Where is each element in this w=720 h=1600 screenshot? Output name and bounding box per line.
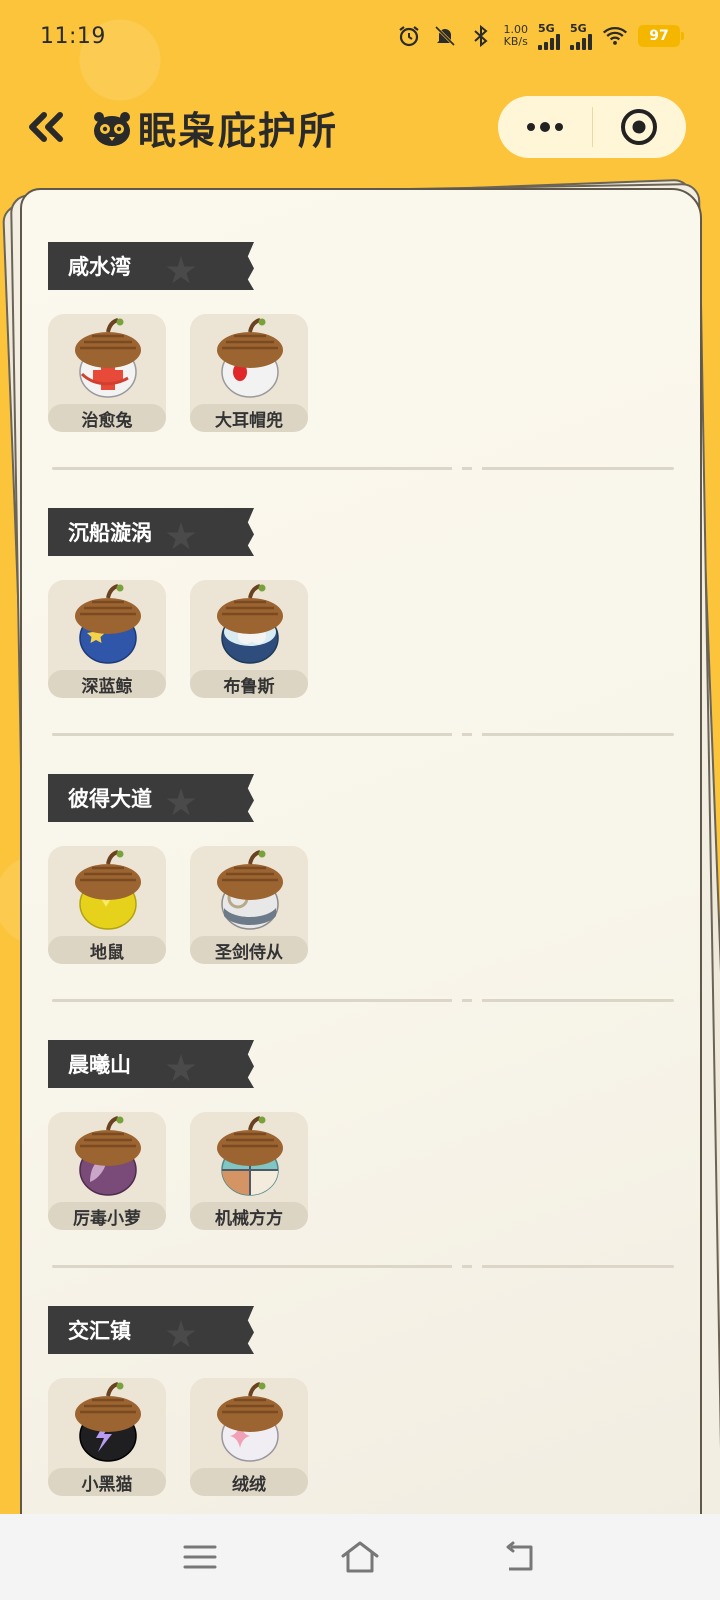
region-tag: 沉船漩涡	[48, 508, 254, 556]
acorn-grey-ring-icon	[217, 850, 283, 930]
pet-label: 厉毒小萝	[48, 1202, 166, 1230]
signal-bars-icon	[570, 33, 592, 50]
pet-list: 深蓝鲸 布鲁斯	[48, 580, 668, 698]
pet-item[interactable]: 厉毒小萝	[48, 1112, 166, 1230]
signal-1-label: 5G	[538, 21, 555, 35]
acorn-checker-icon	[217, 1116, 283, 1196]
mini-program-capsule	[498, 96, 686, 158]
region-name: 交汇镇	[68, 1319, 131, 1343]
region-tag: 彼得大道	[48, 774, 254, 822]
pet-item[interactable]: 圣剑侍从	[190, 846, 308, 964]
nav-menu-button[interactable]	[175, 1532, 225, 1582]
net-speed: 1.00 KB/s	[504, 24, 529, 48]
region-section: 咸水湾 治愈兔 大耳帽兜	[48, 242, 668, 432]
pet-list: 厉毒小萝 机械方方	[48, 1112, 668, 1230]
pet-item[interactable]: 机械方方	[190, 1112, 308, 1230]
battery-indicator: 97	[638, 25, 684, 47]
nav-home-button[interactable]	[335, 1532, 385, 1582]
mute-bell-icon	[432, 23, 458, 49]
region-section: 沉船漩涡 深蓝鲸 布鲁斯	[48, 508, 668, 698]
nav-back-button[interactable]	[495, 1532, 545, 1582]
net-speed-unit: KB/s	[503, 35, 528, 48]
owl-logo-icon	[94, 112, 130, 146]
acorn-red-dot-icon	[217, 318, 283, 398]
region-tag: 咸水湾	[48, 242, 254, 290]
region-name: 彼得大道	[68, 787, 152, 811]
region-section: 晨曦山 厉毒小萝 机械方方	[48, 1040, 668, 1230]
pet-item[interactable]: 绒绒	[190, 1378, 308, 1496]
pet-label: 深蓝鲸	[48, 670, 166, 698]
signal-2-label: 5G	[570, 21, 587, 35]
alarm-icon	[396, 23, 422, 49]
region-section: 彼得大道 地鼠 圣剑侍从	[48, 774, 668, 964]
pet-list: 小黑猫 绒绒	[48, 1378, 668, 1496]
more-button[interactable]	[498, 96, 592, 158]
pet-label: 地鼠	[48, 936, 166, 964]
pet-label: 圣剑侍从	[190, 936, 308, 964]
status-icons: 1.00 KB/s 5G 5G 97	[396, 23, 684, 50]
pet-label: 治愈兔	[48, 404, 166, 432]
page-title: 眠枭庇护所	[138, 108, 339, 153]
acorn-blue-star-icon	[75, 584, 141, 664]
pet-item[interactable]: 深蓝鲸	[48, 580, 166, 698]
region-tag: 交汇镇	[48, 1306, 254, 1354]
pet-label: 大耳帽兜	[190, 404, 308, 432]
target-circle-icon	[621, 109, 658, 145]
section-divider	[52, 733, 674, 736]
region-section: 交汇镇 小黑猫 绒绒	[48, 1306, 668, 1496]
section-divider	[52, 467, 674, 470]
bluetooth-icon	[468, 23, 494, 49]
menu-icon	[183, 1545, 217, 1569]
signal-bars-icon	[538, 33, 560, 50]
pet-item[interactable]: 地鼠	[48, 846, 166, 964]
pet-item[interactable]: 小黑猫	[48, 1378, 166, 1496]
region-name: 沉船漩涡	[68, 521, 152, 545]
header: 眠枭庇护所	[0, 90, 720, 164]
pet-item[interactable]: 大耳帽兜	[190, 314, 308, 432]
wifi-icon	[602, 23, 628, 49]
acorn-pink-sparkle-icon	[217, 1382, 283, 1462]
pet-label: 布鲁斯	[190, 670, 308, 698]
system-nav-bar	[0, 1514, 720, 1600]
status-time: 11:19	[40, 23, 106, 49]
pet-list: 地鼠 圣剑侍从	[48, 846, 668, 964]
sanctuary-card: 咸水湾 治愈兔 大耳帽兜 沉船漩涡 深蓝鲸 布鲁斯 彼得大道 地鼠 圣剑侍从 晨…	[20, 188, 702, 1600]
pet-label: 绒绒	[190, 1468, 308, 1496]
acorn-black-bolt-icon	[75, 1382, 141, 1462]
status-bar: 11:19 1.00 KB/s 5G 5G 97	[0, 0, 720, 72]
double-chevron-left-icon	[29, 112, 63, 142]
section-divider	[52, 1265, 674, 1268]
pet-label: 机械方方	[190, 1202, 308, 1230]
pet-item[interactable]: 治愈兔	[48, 314, 166, 432]
region-tag: 晨曦山	[48, 1040, 254, 1088]
pet-label: 小黑猫	[48, 1468, 166, 1496]
acorn-purple-leaf-icon	[75, 1116, 141, 1196]
acorn-blue-white-icon	[217, 584, 283, 664]
back-icon	[506, 1541, 533, 1571]
pet-item[interactable]: 布鲁斯	[190, 580, 308, 698]
more-dots-icon	[526, 122, 563, 132]
section-divider	[52, 999, 674, 1002]
acorn-red-cross-icon	[75, 318, 141, 398]
pet-list: 治愈兔 大耳帽兜	[48, 314, 668, 432]
region-name: 咸水湾	[68, 255, 131, 279]
home-icon	[341, 1541, 379, 1573]
signal-1: 5G	[538, 23, 560, 50]
signal-2: 5G	[570, 23, 592, 50]
close-mini-program-button[interactable]	[593, 96, 687, 158]
back-button[interactable]	[22, 103, 70, 151]
acorn-yellow-icon	[75, 850, 141, 930]
region-name: 晨曦山	[68, 1053, 131, 1077]
